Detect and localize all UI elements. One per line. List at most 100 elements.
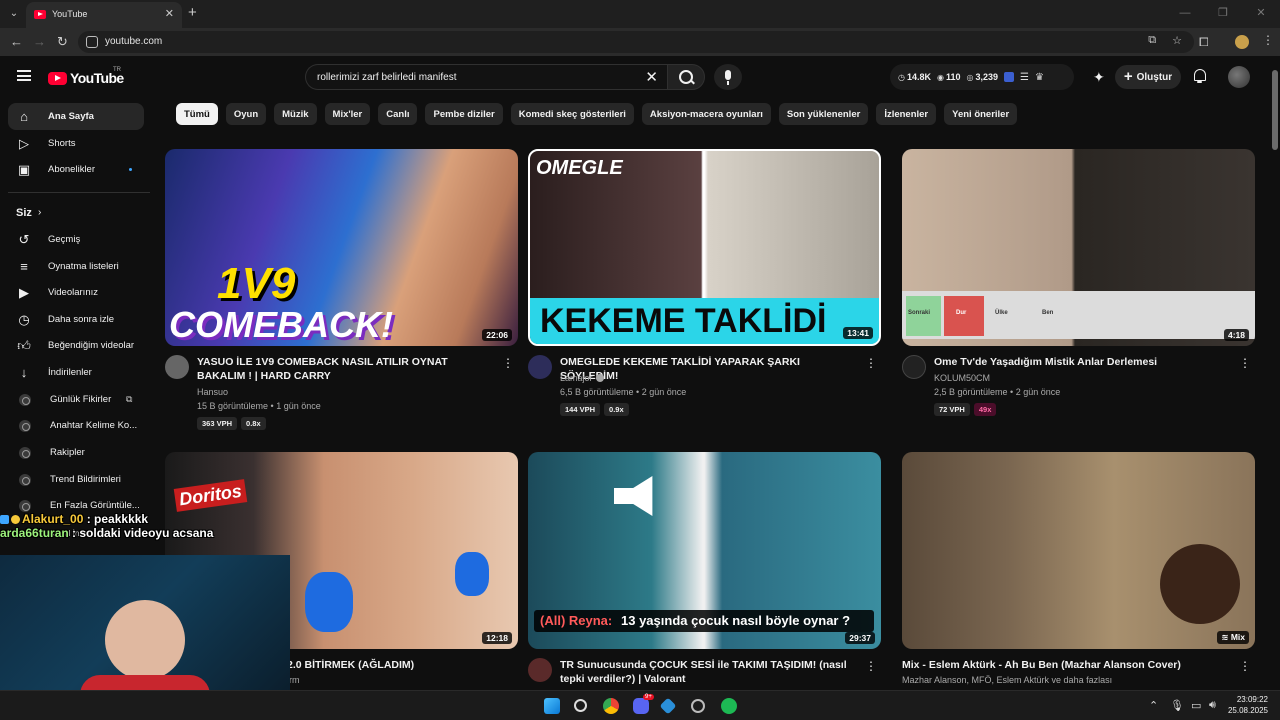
- more-actions-icon[interactable]: ⋮: [865, 356, 877, 370]
- back-icon[interactable]: ←: [10, 34, 23, 49]
- video-title[interactable]: YASUO İLE 1V9 COMEBACK NASIL ATILIR OYNA…: [197, 355, 497, 383]
- chip-recently-uploaded[interactable]: Son yüklenenler: [778, 103, 869, 125]
- chrome-icon[interactable]: [603, 698, 619, 714]
- video-title[interactable]: Ome Tv'de Yaşadığım Mistik Anlar Derleme…: [934, 355, 1234, 369]
- page-scrollbar-thumb[interactable]: [1272, 70, 1278, 150]
- channel-avatar[interactable]: [528, 355, 552, 379]
- extensions-icon[interactable]: ⧠: [1199, 35, 1209, 50]
- video-card[interactable]: (All) Reyna: 13 yaşında çocuk nasıl böyl…: [528, 452, 881, 685]
- sidebar-ext-competitors[interactable]: Rakipler: [8, 439, 144, 466]
- page-scrollbar-track[interactable]: [1270, 56, 1280, 690]
- browser-profile-avatar[interactable]: [1235, 35, 1249, 49]
- chip-gaming[interactable]: Oyun: [225, 103, 267, 125]
- chip-music[interactable]: Müzik: [274, 103, 317, 125]
- video-thumbnail[interactable]: (All) Reyna: 13 yaşında çocuk nasıl böyl…: [528, 452, 881, 649]
- video-thumbnail[interactable]: Sonraki Dur Ülke Ben 4:18: [902, 149, 1255, 346]
- search-input[interactable]: rollerimizi zarf belirledi manifest ✕: [305, 64, 667, 90]
- create-button[interactable]: + Oluştur: [1115, 65, 1181, 89]
- channel-avatar[interactable]: [902, 355, 926, 379]
- video-thumbnail[interactable]: OMEGLE KEKEME TAKLİDİ 13:41: [528, 149, 881, 346]
- tray-overflow-icon[interactable]: ⌃: [1149, 699, 1158, 712]
- sidebar-item-watch-later[interactable]: ◷ Daha sonra izle: [8, 306, 144, 333]
- reload-icon[interactable]: ↻: [57, 34, 68, 50]
- address-bar[interactable]: youtube.com ⧉ ☆: [78, 31, 1194, 53]
- taskbar-search-icon[interactable]: [574, 699, 587, 712]
- bookmark-star-icon[interactable]: ☆: [1172, 34, 1182, 47]
- sidebar-ext-trends[interactable]: Trend Bildirimleri: [8, 466, 144, 493]
- more-actions-icon[interactable]: ⋮: [1239, 659, 1251, 673]
- channel-name[interactable]: rm: [289, 675, 300, 685]
- search-button[interactable]: [667, 64, 705, 90]
- clock-time[interactable]: 23:09:22: [1228, 695, 1268, 704]
- sidebar-ext-keyword[interactable]: Anahtar Kelime Ko...: [8, 412, 144, 439]
- account-avatar[interactable]: [1228, 66, 1250, 88]
- video-card[interactable]: ≋ Mix Mix - Eslem Aktürk - Ah Bu Ben (Ma…: [902, 452, 1255, 685]
- volume-icon[interactable]: 🔊︎: [1209, 699, 1216, 712]
- video-card[interactable]: 1V9 COMEBACK! 22:06 YASUO İLE 1V9 COMEBA…: [165, 149, 518, 430]
- list-icon[interactable]: ☰: [1020, 72, 1029, 83]
- sidebar-item-subscriptions[interactable]: ▣ Abonelikler: [8, 156, 144, 183]
- chip-all[interactable]: Tümü: [176, 103, 218, 125]
- site-info-icon[interactable]: [86, 36, 98, 48]
- channel-avatar[interactable]: [528, 658, 552, 682]
- sidebar-item-shorts[interactable]: ▷ Shorts: [8, 130, 144, 157]
- trophy-icon[interactable]: ♛: [1035, 72, 1044, 83]
- channel-stats-widget[interactable]: ◷ 14.8K ◉ 110 ◎ 3,239 ☰ ♛: [890, 64, 1074, 90]
- chip-mixes[interactable]: Mix'ler: [324, 103, 371, 125]
- channel-name[interactable]: Hansuo: [197, 387, 228, 397]
- video-card[interactable]: Sonraki Dur Ülke Ben 4:18 Ome Tv'de Yaşa…: [902, 149, 1255, 416]
- discord-icon[interactable]: [633, 698, 649, 714]
- close-window-icon[interactable]: ✕: [1242, 0, 1280, 28]
- channel-name[interactable]: Lamajor: [560, 373, 604, 383]
- app-icon[interactable]: [659, 697, 677, 715]
- sidebar-item-your-videos[interactable]: ▶ Videolarınız: [8, 279, 144, 306]
- tab-search-icon[interactable]: ⌄: [6, 6, 22, 22]
- chip-watched[interactable]: İzlenenler: [876, 103, 937, 125]
- sidebar-item-downloads[interactable]: ↓ İndirilenler: [8, 359, 144, 386]
- chip-live[interactable]: Canlı: [378, 103, 418, 125]
- forward-icon[interactable]: →: [33, 34, 46, 49]
- restore-icon[interactable]: ❐: [1204, 0, 1242, 28]
- sidebar-item-history[interactable]: ↺ Geçmiş: [8, 226, 144, 253]
- tab-youtube[interactable]: YouTube ✕: [26, 2, 182, 28]
- sidebar-ext-daily-ideas[interactable]: Günlük Fikirler ⧉: [8, 386, 144, 413]
- video-card[interactable]: OMEGLE KEKEME TAKLİDİ 13:41 OMEGLEDE KEK…: [528, 149, 881, 416]
- tab-close-icon[interactable]: ✕: [165, 7, 174, 20]
- more-actions-icon[interactable]: ⋮: [502, 356, 514, 370]
- video-thumbnail[interactable]: ≋ Mix: [902, 452, 1255, 649]
- spotify-icon[interactable]: [721, 698, 737, 714]
- more-actions-icon[interactable]: ⋮: [1239, 356, 1251, 370]
- cast-icon[interactable]: ⧉: [1148, 34, 1156, 47]
- video-title[interactable]: TR Sunucusunda ÇOCUK SESİ ile TAKIMI TAŞ…: [560, 658, 860, 686]
- extension-badge-icon[interactable]: [1004, 72, 1015, 82]
- minimize-icon[interactable]: —: [1166, 0, 1204, 28]
- video-thumbnail[interactable]: 1V9 COMEBACK! 22:06: [165, 149, 518, 346]
- chip-action-adventure[interactable]: Aksiyon-macera oyunları: [641, 103, 771, 125]
- chip-soap-operas[interactable]: Pembe diziler: [425, 103, 503, 125]
- sidebar-item-home[interactable]: ⌂ Ana Sayfa: [8, 103, 144, 130]
- video-title[interactable]: OMEGLEDE KEKEME TAKLİDİ YAPARAK ŞARKI SÖ…: [560, 355, 860, 383]
- clock-date[interactable]: 25.08.2025: [1224, 706, 1268, 715]
- chip-sketch-comedy[interactable]: Komedi skeç gösterileri: [510, 103, 634, 125]
- microphone-icon[interactable]: 🎙︎: [1170, 699, 1184, 712]
- guide-menu-icon[interactable]: [17, 70, 31, 81]
- new-tab-icon[interactable]: +: [188, 4, 197, 21]
- chip-new-to-you[interactable]: Yeni öneriler: [944, 103, 1018, 125]
- video-title[interactable]: Mix - Eslem Aktürk - Ah Bu Ben (Mazhar A…: [902, 658, 1202, 672]
- browser-menu-icon[interactable]: ⋮: [1262, 33, 1274, 47]
- voice-search-button[interactable]: [714, 64, 742, 90]
- video-title[interactable]: RİSK 2.0 BİTİRMEK (AĞLADIM): [259, 658, 559, 672]
- channel-name[interactable]: KOLUM50CM: [934, 373, 990, 383]
- notifications-bell-icon[interactable]: [1193, 68, 1207, 84]
- sidebar-item-liked[interactable]: 👍︎ Beğendiğim videolar: [8, 332, 144, 359]
- clear-search-icon[interactable]: ✕: [645, 68, 658, 86]
- channel-avatar[interactable]: [165, 355, 189, 379]
- sidebar-item-playlists[interactable]: ≡ Oynatma listeleri: [8, 253, 144, 280]
- you-section-heading[interactable]: Siz: [16, 207, 32, 219]
- more-actions-icon[interactable]: ⋮: [865, 659, 877, 673]
- display-icon[interactable]: ▭: [1191, 699, 1201, 712]
- extension-action-icon[interactable]: ✦: [1093, 69, 1105, 86]
- obs-icon[interactable]: [691, 699, 705, 713]
- windows-start-icon[interactable]: [544, 698, 560, 714]
- channel-name[interactable]: Mazhar Alanson, MFÖ, Eslem Aktürk ve dah…: [902, 675, 1112, 685]
